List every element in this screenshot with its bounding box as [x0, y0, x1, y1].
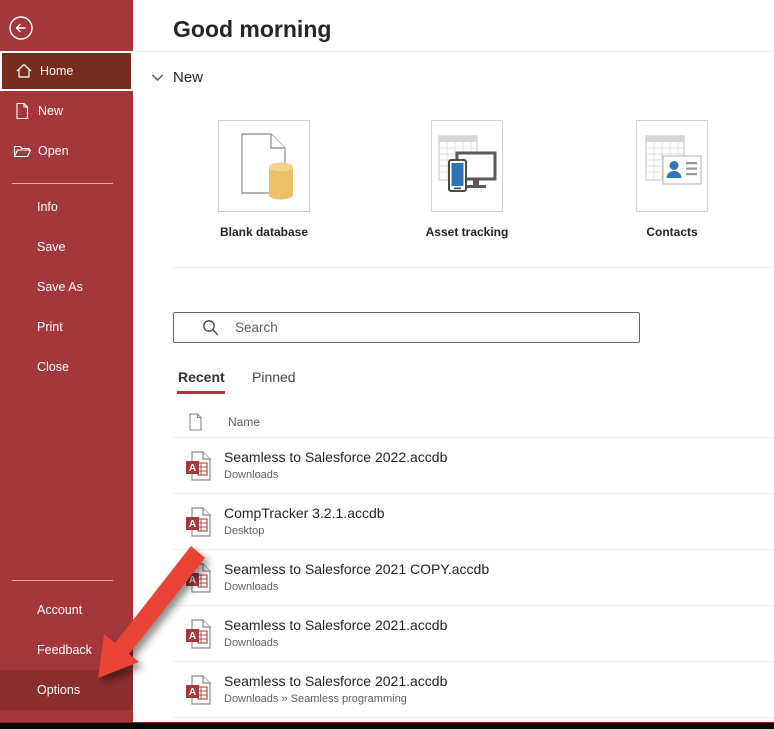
new-document-icon [13, 102, 31, 120]
sidebar-item-new[interactable]: New [0, 91, 133, 131]
access-file-icon: A [185, 675, 212, 705]
file-row[interactable]: A Seamless to Salesforce 2021.accdb Down… [173, 662, 774, 718]
file-list: A Seamless to Salesforce 2022.accdb Down… [173, 438, 774, 718]
active-tab-underline [177, 391, 225, 394]
file-name: Seamless to Salesforce 2021.accdb [224, 617, 447, 633]
sidebar-item-label: Close [37, 360, 69, 374]
file-row[interactable]: A CompTracker 3.2.1.accdb Desktop [173, 494, 774, 550]
file-location: Downloads » Seamless programming [224, 693, 407, 705]
svg-text:A: A [189, 519, 196, 530]
access-file-icon: A [185, 619, 212, 649]
page-title: Good morning [173, 16, 331, 43]
back-button[interactable] [8, 15, 34, 41]
file-row[interactable]: A Seamless to Salesforce 2021 COPY.accdb… [173, 550, 774, 606]
sidebar-divider [12, 183, 113, 184]
sidebar-item-label: Open [38, 144, 69, 158]
file-list-header: Name [173, 408, 774, 438]
svg-text:A: A [189, 687, 196, 698]
section-divider [173, 267, 774, 268]
back-arrow-icon [8, 15, 34, 41]
new-section-label: New [173, 69, 203, 86]
search-icon [202, 319, 219, 336]
file-location: Downloads [224, 637, 278, 649]
file-row[interactable]: A Seamless to Salesforce 2022.accdb Down… [173, 438, 774, 494]
chevron-down-icon[interactable] [151, 73, 164, 82]
file-location: Downloads [224, 469, 278, 481]
file-name: Seamless to Salesforce 2021.accdb [224, 673, 447, 689]
sidebar-item-label: Options [37, 683, 80, 697]
file-name: Seamless to Salesforce 2021 COPY.accdb [224, 561, 489, 577]
file-location: Desktop [224, 525, 264, 537]
file-row[interactable]: A Seamless to Salesforce 2021.accdb Down… [173, 606, 774, 662]
template-contacts[interactable] [636, 120, 708, 212]
access-file-icon: A [185, 507, 212, 537]
sidebar-item-label: Info [37, 200, 58, 214]
asset-tracking-icon [436, 133, 498, 199]
template-label: Contacts [606, 225, 738, 239]
svg-text:A: A [189, 575, 196, 586]
tab-pinned[interactable]: Pinned [252, 369, 296, 385]
sidebar-item-feedback[interactable]: Feedback [0, 630, 133, 670]
sidebar-item-label: Print [37, 320, 63, 334]
access-file-icon: A [185, 563, 212, 593]
sidebar-item-print[interactable]: Print [0, 307, 133, 347]
sidebar-item-options[interactable]: Options [0, 670, 133, 710]
search-box[interactable] [173, 312, 640, 343]
sidebar-item-save[interactable]: Save [0, 227, 133, 267]
sidebar-item-account[interactable]: Account [0, 590, 133, 630]
template-label: Asset tracking [401, 225, 533, 239]
sidebar-item-label: Save [37, 240, 66, 254]
contacts-icon [641, 133, 703, 199]
tab-recent[interactable]: Recent [178, 369, 225, 385]
sidebar-item-save-as[interactable]: Save As [0, 267, 133, 307]
sidebar-item-open[interactable]: Open [0, 131, 133, 171]
sidebar: Home New Open Info Save Save As [0, 0, 133, 729]
window-bottom-edge [0, 722, 774, 729]
sidebar-item-info[interactable]: Info [0, 187, 133, 227]
sidebar-item-label: Save As [37, 280, 83, 294]
file-name: CompTracker 3.2.1.accdb [224, 505, 385, 521]
document-icon [188, 413, 203, 431]
access-file-icon: A [185, 451, 212, 481]
open-folder-icon [13, 142, 31, 160]
template-label: Blank database [218, 225, 310, 239]
sidebar-item-label: New [38, 104, 63, 118]
sidebar-item-close[interactable]: Close [0, 347, 133, 387]
file-name: Seamless to Salesforce 2022.accdb [224, 449, 447, 465]
home-icon [15, 62, 33, 80]
sidebar-item-label: Account [37, 603, 82, 617]
title-divider [133, 51, 774, 52]
template-asset-tracking[interactable] [431, 120, 503, 212]
template-blank-database[interactable] [218, 120, 310, 212]
svg-text:A: A [189, 631, 196, 642]
sidebar-item-home[interactable]: Home [0, 51, 133, 91]
file-location: Downloads [224, 581, 278, 593]
svg-text:A: A [189, 463, 196, 474]
access-backstage-window: Home New Open Info Save Save As [0, 0, 774, 729]
sidebar-item-label: Home [40, 64, 73, 78]
search-input[interactable] [235, 320, 615, 335]
sidebar-divider [12, 580, 113, 581]
column-header-name: Name [228, 415, 260, 429]
blank-database-icon [231, 131, 297, 201]
sidebar-item-label: Feedback [37, 643, 92, 657]
